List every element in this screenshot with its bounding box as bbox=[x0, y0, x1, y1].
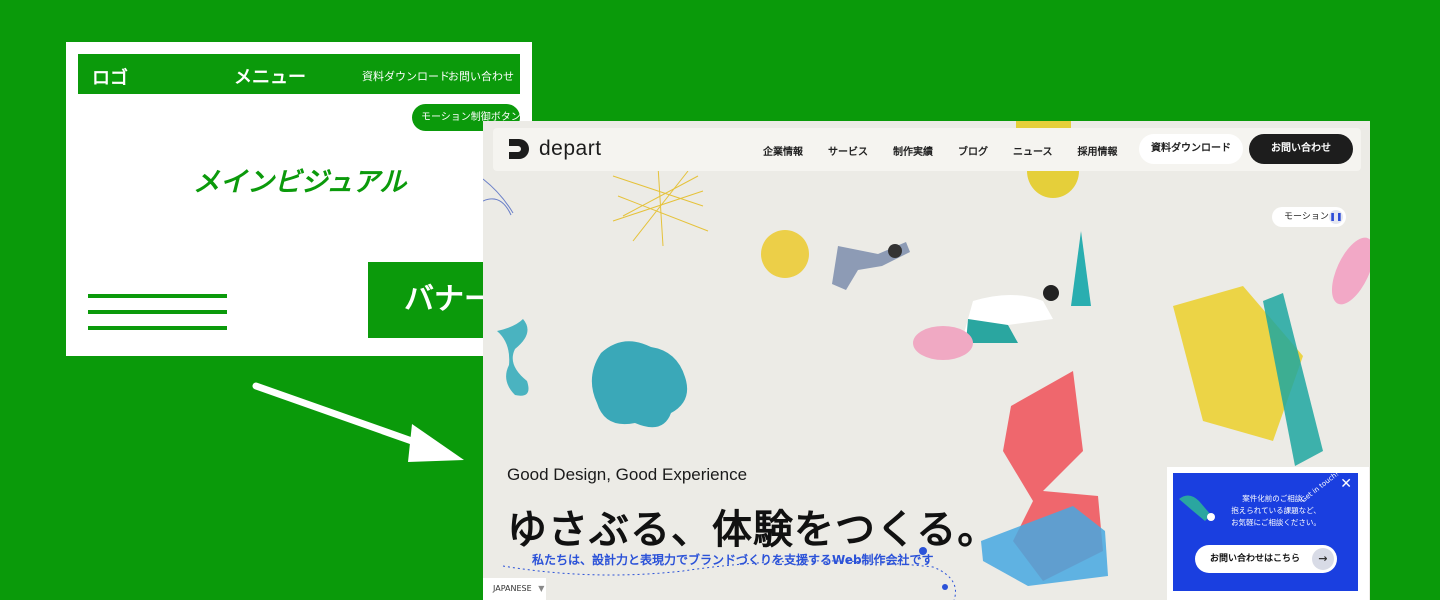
promo-panel: Get in touch! 案件化前のご相談、 抱えられている課題など、 お気軽… bbox=[1173, 470, 1358, 591]
wireframe-text-line bbox=[88, 294, 227, 298]
depart-logo-icon bbox=[509, 139, 529, 159]
site-logo[interactable]: depart bbox=[507, 137, 602, 161]
pause-icon: ❚❚ bbox=[1329, 210, 1343, 224]
chevron-down-icon: ▼ bbox=[538, 584, 545, 593]
wireframe-download-link: 資料ダウンロード bbox=[362, 70, 450, 83]
language-selector[interactable]: JAPANESE ▼ bbox=[483, 578, 546, 600]
download-button[interactable]: 資料ダウンロード bbox=[1139, 134, 1243, 164]
motion-label: モーション bbox=[1284, 212, 1329, 222]
promo-text: 案件化前のご相談、 抱えられている課題など、 お気軽にご相談ください。 bbox=[1221, 493, 1331, 529]
nav-item-recruit[interactable]: 採用情報 bbox=[1078, 143, 1118, 158]
website-screenshot: depart 企業情報 サービス 制作実績 ブログ ニュース 採用情報 資料ダウ… bbox=[483, 121, 1370, 600]
global-nav: 企業情報 サービス 制作実績 ブログ ニュース 採用情報 bbox=[763, 143, 1118, 158]
nav-item-service[interactable]: サービス bbox=[828, 143, 868, 158]
promo-button-label: お問い合わせはこちら bbox=[1210, 554, 1301, 564]
promo-line: 案件化前のご相談、 bbox=[1242, 494, 1310, 503]
nav-item-news[interactable]: ニュース bbox=[1013, 143, 1053, 158]
hero-tagline: Good Design, Good Experience bbox=[507, 465, 748, 484]
hero-subcopy: 私たちは、設計力と表現力でブランドづくりを支援するWeb制作会社です bbox=[532, 553, 934, 567]
wireframe-card: ロゴ メニュー 資料ダウンロード お問い合わせ モーション制御ボタン メインビジ… bbox=[66, 42, 532, 356]
wireframe-main-visual: メインビジュアル bbox=[193, 167, 407, 198]
promo-line: 抱えられている課題など、 bbox=[1231, 506, 1321, 515]
motion-toggle-button[interactable]: モーション ❚❚ bbox=[1272, 207, 1346, 227]
hero-catch-copy: ゆさぶる、体験をつくる。 bbox=[507, 507, 999, 553]
nav-item-company[interactable]: 企業情報 bbox=[763, 143, 803, 158]
contact-button[interactable]: お問い合わせ bbox=[1249, 134, 1353, 164]
close-icon[interactable]: ✕ bbox=[1340, 476, 1352, 492]
contact-promo-banner: Get in touch! 案件化前のご相談、 抱えられている課題など、 お気軽… bbox=[1167, 467, 1369, 600]
promo-line: お気軽にご相談ください。 bbox=[1231, 518, 1321, 527]
arrow-icon bbox=[252, 382, 464, 462]
arrow-right-icon: → bbox=[1312, 548, 1334, 570]
logo-text: depart bbox=[539, 137, 602, 160]
wireframe-contact-link: お問い合わせ bbox=[448, 70, 514, 83]
nav-item-blog[interactable]: ブログ bbox=[958, 143, 988, 158]
wireframe-menu: メニュー bbox=[234, 67, 306, 88]
wireframe-header: ロゴ メニュー 資料ダウンロード お問い合わせ bbox=[78, 54, 520, 94]
nav-item-works[interactable]: 制作実績 bbox=[893, 143, 933, 158]
wireframe-logo: ロゴ bbox=[92, 68, 128, 89]
site-header: depart 企業情報 サービス 制作実績 ブログ ニュース 採用情報 資料ダウ… bbox=[493, 128, 1361, 171]
person-illustration-icon bbox=[1179, 495, 1215, 521]
wireframe-text-line bbox=[88, 310, 227, 314]
wireframe-text-line bbox=[88, 326, 227, 330]
promo-contact-button[interactable]: お問い合わせはこちら → bbox=[1195, 545, 1337, 573]
language-label: JAPANESE bbox=[493, 584, 532, 593]
